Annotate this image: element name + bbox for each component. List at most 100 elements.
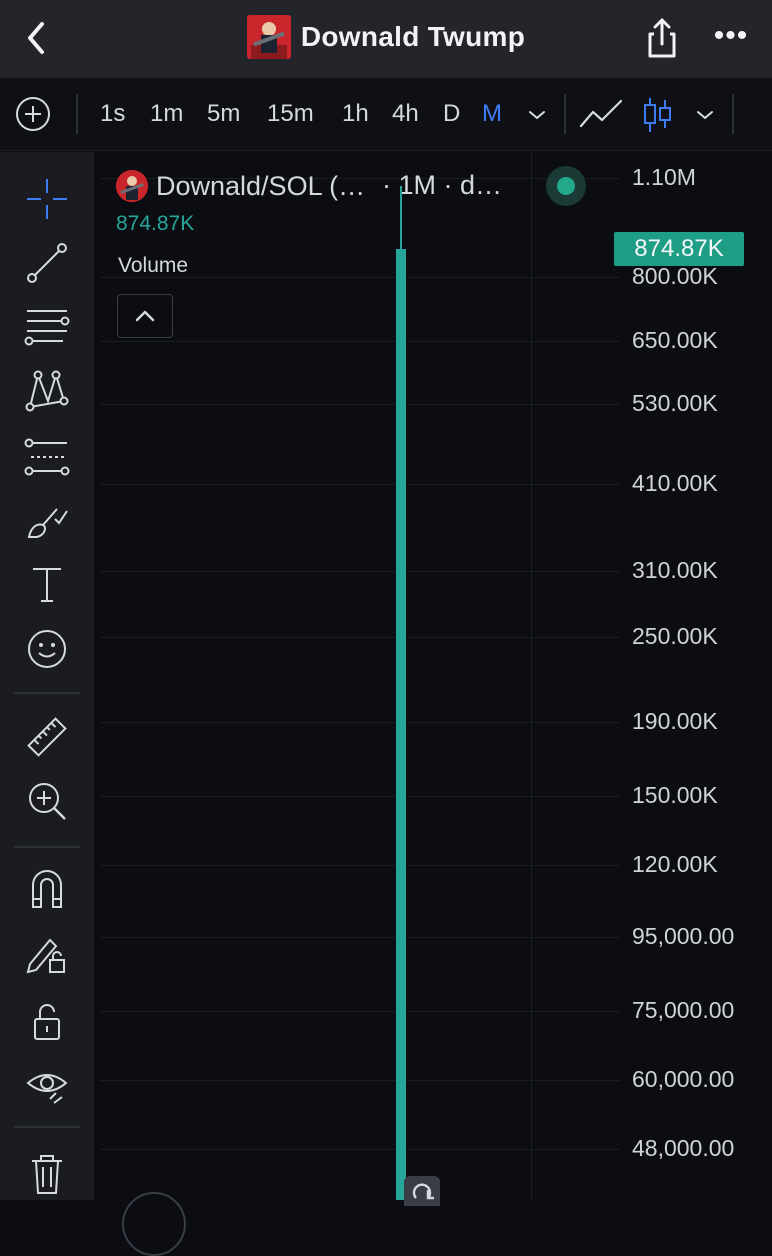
plus-circle-icon [16,97,50,131]
add-indicator-button[interactable] [14,95,52,133]
trend-line-tool[interactable] [20,236,74,290]
crosshair-tool[interactable] [20,172,74,226]
horizontal-lines-icon [24,310,70,346]
brush-tool[interactable] [20,494,74,548]
pattern-tool[interactable] [20,364,74,418]
interval-dropdown-button[interactable] [524,102,550,133]
rail-divider [14,846,80,848]
line-chart-type-button[interactable] [578,96,624,137]
zoom-tool[interactable] [20,774,74,828]
price-axis-tick-label: 60,000.00 [632,1065,735,1092]
price-axis-tick-label: 410.00K [632,469,718,496]
page-title: Downald Twump [300,21,526,52]
status-dot [557,177,575,195]
price-axis-tick-label: 95,000.00 [632,923,735,950]
interval-1m[interactable]: 1m [150,98,183,130]
zoom-in-icon [29,783,66,820]
more-options-button[interactable]: ••• [706,16,756,60]
grid-line-horizontal [100,637,620,639]
text-icon [33,568,61,602]
price-axis-tick-label: 48,000.00 [632,1135,735,1161]
price-axis-tick-label: 1.10M [632,164,696,190]
price-axis-tick-label: 120.00K [632,850,718,877]
interval-d[interactable]: D [443,98,460,130]
lock-drawings-tool[interactable] [20,926,74,980]
price-axis-tick-label: 190.00K [632,708,718,735]
interval-4h[interactable]: 4h [392,98,419,130]
candlestick-icon [644,98,671,132]
magnet-tool[interactable] [20,862,74,916]
ruler-icon [27,717,67,757]
collapse-legend-button[interactable] [117,294,173,338]
toolbar-divider [76,94,78,134]
grid-line-horizontal [100,937,620,939]
scroll-indicator [122,1192,186,1256]
interval-m[interactable]: M [482,98,502,130]
refresh-icon [412,1183,434,1200]
grid-line-horizontal [100,722,620,724]
token-avatar [246,15,291,59]
price-chart[interactable]: Downald/SOL (… · 1M · d… 874.87K Volume … [100,152,772,1256]
grid-line-horizontal [100,1010,620,1012]
price-axis-tick-label: 530.00K [632,390,718,417]
visibility-tool[interactable] [20,1058,74,1112]
market-status-indicator[interactable] [546,166,586,206]
brush-icon [27,508,68,538]
volume-bar[interactable] [396,248,406,1200]
fib-retracement-tool[interactable] [20,300,74,354]
rail-divider [14,1126,80,1128]
crosshair-icon [27,179,67,219]
chevron-down-icon [697,111,713,119]
rail-divider [14,692,80,694]
chart-legend: Downald/SOL (… [116,168,365,204]
interval-1s[interactable]: 1s [100,98,125,130]
delete-tool[interactable] [20,1146,74,1200]
lock-tool[interactable] [20,994,74,1048]
measure-tool[interactable] [20,710,74,764]
grid-line-horizontal [100,1149,620,1150]
smiley-icon [28,630,66,668]
grid-line-horizontal [100,795,620,797]
grid-line-horizontal [100,404,620,406]
unlock-icon [34,1004,60,1040]
candle-wick [400,186,402,249]
price-axis-tick-label: 800.00K [632,262,718,289]
grid-line-horizontal [100,483,620,485]
chevron-up-icon [135,310,155,322]
current-price-tag: 874.87K [614,231,744,266]
app-header: Downald Twump ••• [0,0,772,78]
indicator-label-volume[interactable]: Volume [118,254,188,278]
toolbar-divider [564,94,566,134]
forecast-tool[interactable] [20,430,74,484]
interval-5m[interactable]: 5m [207,98,240,130]
pattern-icon [25,370,69,412]
share-icon [648,18,676,58]
toolbar-divider [732,94,734,134]
share-button[interactable] [640,16,684,60]
emoji-tool[interactable] [20,622,74,676]
pair-avatar [116,170,148,202]
chart-type-dropdown-button[interactable] [692,102,718,133]
line-chart-icon [579,99,623,128]
price-axis-tick-label: 150.00K [632,781,718,808]
pair-symbol[interactable]: Downald/SOL (… [156,171,365,202]
reset-chart-button[interactable] [404,1176,440,1206]
trend-line-icon [27,243,67,283]
grid-line-horizontal [100,1079,620,1081]
prediction-icon [24,438,70,476]
grid-line-horizontal [100,341,620,343]
chevron-down-icon [529,111,545,119]
grid-line-horizontal [100,864,620,866]
eye-icon [26,1074,68,1104]
price-axis-tick-label: 75,000.00 [632,996,735,1023]
chart-toolbar: 1s 1m 5m 15m 1h 4h D M [0,78,772,151]
interval-1h[interactable]: 1h [342,98,369,130]
candle-chart-type-button[interactable] [642,96,674,139]
text-tool[interactable] [20,558,74,612]
price-axis-tick-label: 310.00K [632,556,718,583]
interval-15m[interactable]: 15m [267,98,314,130]
magnet-icon [32,870,62,908]
price-axis-tick-label: 250.00K [632,623,718,650]
drawing-tools-rail [0,152,94,1200]
pencil-lock-icon [26,938,65,974]
